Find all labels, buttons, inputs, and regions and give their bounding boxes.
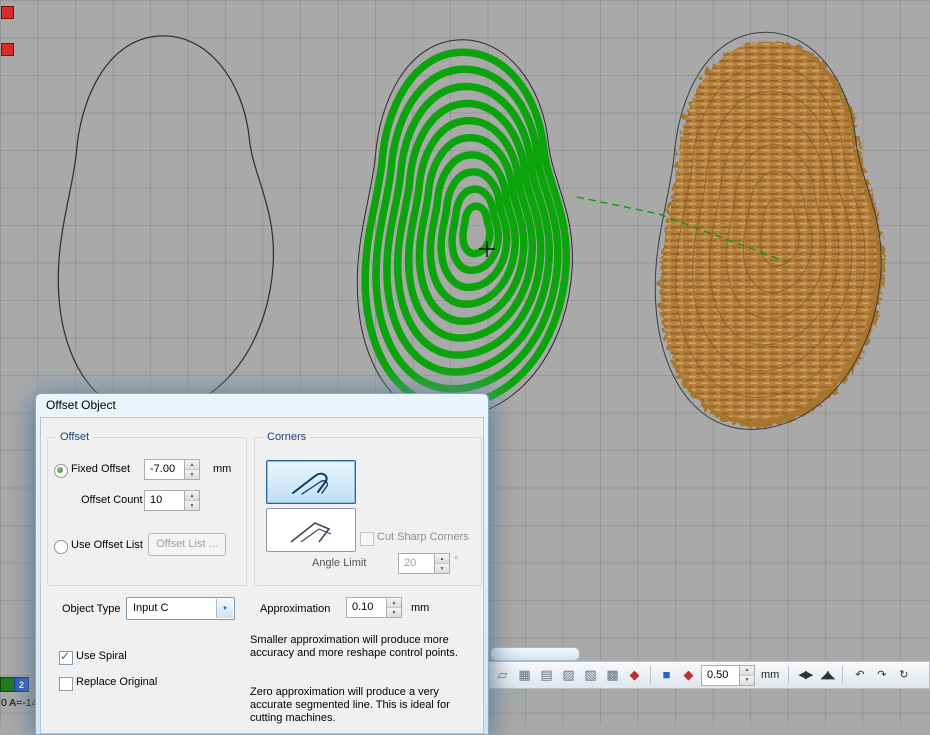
object-type-value: Input C bbox=[133, 602, 214, 614]
angle-limit-label: Angle Limit bbox=[312, 557, 366, 569]
offset-spiral-object[interactable] bbox=[357, 40, 572, 418]
approximation-note: Smaller approximation will produce more … bbox=[250, 634, 478, 660]
spin-up-icon[interactable] bbox=[185, 460, 199, 470]
design-view-icon[interactable]: ▱ bbox=[493, 665, 512, 685]
use-spiral-label: Use Spiral bbox=[76, 650, 127, 662]
spin-down-icon[interactable] bbox=[435, 564, 449, 573]
fill-pattern-icon[interactable]: ▦ bbox=[515, 665, 534, 685]
spin-down-icon[interactable] bbox=[185, 501, 199, 510]
spinner-buttons[interactable] bbox=[184, 460, 199, 479]
horizontal-scrollbar-thumb[interactable] bbox=[490, 647, 580, 661]
toolbar-separator bbox=[788, 666, 789, 684]
angle-limit-unit: ° bbox=[454, 555, 458, 567]
palette-swatch-red[interactable] bbox=[1, 6, 14, 19]
replace-original-checkbox[interactable] bbox=[59, 677, 73, 691]
rotate-left-icon[interactable]: ↶ bbox=[849, 665, 868, 685]
thread-color-icon[interactable]: ■ bbox=[657, 665, 676, 685]
stitch-width-unit: mm bbox=[758, 669, 782, 681]
spin-up-icon[interactable] bbox=[435, 554, 449, 564]
mirror-vertical-icon[interactable]: ◢◣ bbox=[817, 665, 836, 685]
replace-original-label: Replace Original bbox=[76, 676, 157, 688]
angle-limit-value[interactable]: 20 bbox=[399, 554, 434, 573]
spin-down-icon[interactable] bbox=[387, 608, 401, 617]
rounded-corners-button[interactable] bbox=[266, 460, 356, 504]
object-type-dropdown[interactable]: Input C bbox=[126, 597, 235, 620]
mirror-horizontal-icon[interactable]: ◀▶ bbox=[795, 665, 814, 685]
spinner-buttons[interactable] bbox=[386, 598, 401, 617]
dialog-titlebar[interactable]: Offset Object bbox=[36, 394, 488, 417]
hatch-fill-icon[interactable]: ▨ bbox=[559, 665, 578, 685]
use-offset-list-label: Use Offset List bbox=[71, 539, 143, 551]
offset-count-spinner[interactable]: 10 bbox=[144, 490, 200, 511]
approximation-label: Approximation bbox=[260, 603, 330, 615]
sharp-corners-icon bbox=[275, 515, 347, 545]
stitched-object[interactable] bbox=[654, 31, 892, 440]
fixed-offset-radio[interactable] bbox=[54, 464, 68, 478]
rotate-right-icon[interactable]: ↷ bbox=[871, 665, 890, 685]
fixed-offset-label: Fixed Offset bbox=[71, 463, 130, 475]
zero-approximation-note: Zero approximation will produce a very a… bbox=[250, 686, 478, 725]
stitch-density-icon[interactable]: ▤ bbox=[537, 665, 556, 685]
approximation-unit: mm bbox=[411, 602, 429, 614]
color-swatch-blue[interactable]: 2 bbox=[14, 677, 29, 692]
offset-list-button[interactable]: Offset List ... bbox=[148, 533, 226, 556]
spin-up-icon[interactable] bbox=[387, 598, 401, 608]
motif-fill-icon[interactable]: ▧ bbox=[581, 665, 600, 685]
use-offset-list-radio[interactable] bbox=[54, 540, 68, 554]
free-rotate-icon[interactable]: ↻ bbox=[893, 665, 912, 685]
dialog-body: Offset Fixed Offset -7.00 mm Offset Coun… bbox=[40, 417, 484, 734]
spinner-buttons[interactable] bbox=[184, 491, 199, 510]
approximation-spinner[interactable]: 0.10 bbox=[346, 597, 402, 618]
angle-limit-spinner[interactable]: 20 bbox=[398, 553, 450, 574]
outline-object[interactable] bbox=[58, 36, 273, 414]
approximation-value[interactable]: 0.10 bbox=[347, 598, 386, 617]
cut-sharp-corners-checkbox[interactable] bbox=[360, 532, 374, 546]
spin-down-icon[interactable] bbox=[740, 676, 754, 685]
status-coordinates: 0 A=-14 bbox=[1, 697, 38, 709]
palette-swatch-red[interactable] bbox=[1, 43, 14, 56]
toolbar-separator bbox=[842, 666, 843, 684]
cut-sharp-corners-label: Cut Sharp Corners bbox=[377, 531, 469, 543]
sharp-corners-button[interactable] bbox=[266, 508, 356, 552]
spin-up-icon[interactable] bbox=[740, 666, 754, 676]
grid-fill-icon[interactable]: ▩ bbox=[603, 665, 622, 685]
toolbar-separator bbox=[650, 666, 651, 684]
fixed-offset-unit: mm bbox=[213, 463, 231, 475]
spin-up-icon[interactable] bbox=[185, 491, 199, 501]
object-type-label: Object Type bbox=[62, 603, 121, 615]
offset-count-value[interactable]: 10 bbox=[145, 491, 184, 510]
bottom-toolbar: ▱ ▦ ▤ ▨ ▧ ▩ ◆ ■ ◆ 0.50 mm ◀▶ ◢◣ ↶ ↷ ↻ bbox=[488, 661, 930, 689]
rounded-corners-icon bbox=[275, 467, 347, 497]
fixed-offset-spinner[interactable]: -7.00 bbox=[144, 459, 200, 480]
offset-group-label: Offset bbox=[56, 431, 93, 443]
color-swatch-green[interactable] bbox=[0, 677, 15, 692]
spin-down-icon[interactable] bbox=[185, 470, 199, 479]
spinner-buttons[interactable] bbox=[434, 554, 449, 573]
use-spiral-checkbox[interactable] bbox=[59, 651, 73, 665]
stitch-width-spinner[interactable]: 0.50 bbox=[701, 665, 755, 686]
stitch-width-value[interactable]: 0.50 bbox=[702, 666, 739, 685]
spinner-buttons[interactable] bbox=[739, 666, 754, 685]
fixed-offset-value[interactable]: -7.00 bbox=[145, 460, 184, 479]
chevron-down-icon[interactable] bbox=[216, 599, 233, 618]
offset-object-dialog: Offset Object Offset Fixed Offset -7.00 … bbox=[35, 393, 489, 735]
corners-group-label: Corners bbox=[263, 431, 310, 443]
machine-stop-icon[interactable]: ◆ bbox=[679, 665, 698, 685]
offset-count-label: Offset Count bbox=[81, 494, 143, 506]
color-stop-icon[interactable]: ◆ bbox=[625, 665, 644, 685]
